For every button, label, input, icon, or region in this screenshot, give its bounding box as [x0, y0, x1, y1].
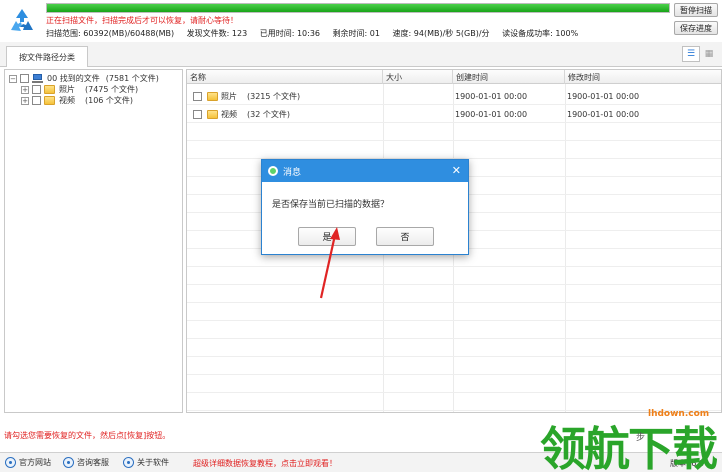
tree-item-label: 照片: [59, 85, 75, 94]
home-icon: [5, 457, 16, 468]
folder-icon: [44, 96, 55, 105]
expand-icon[interactable]: +: [21, 96, 29, 105]
pause-scan-button[interactable]: 暂停扫描: [674, 3, 718, 17]
site-watermark: 领航下载 lhdown.com 步: [540, 409, 722, 472]
row-gridline: [187, 302, 721, 303]
row-checkbox[interactable]: [193, 91, 202, 101]
tree-item-label: 视频: [59, 96, 75, 105]
tree-item-count: (106 个文件): [85, 96, 134, 105]
view-toggle: ☰ ▦: [682, 46, 718, 62]
official-site-label: 官方网站: [19, 458, 51, 467]
row-name: 照片: [221, 91, 237, 101]
dialog-titlebar: 消息 ✕: [262, 160, 468, 182]
recycle-logo-icon: [11, 9, 33, 31]
row-gridline: [187, 320, 721, 321]
tree-item-photos[interactable]: + 照片 (7475 个文件): [21, 84, 138, 95]
header: 正在扫描文件，扫描完成后才可以恢复，请耐心等待！ 扫描范围: 60392(MB)…: [0, 0, 722, 40]
list-view-icon[interactable]: ☰: [682, 46, 700, 62]
row-gridline: [187, 338, 721, 339]
stat-scan-range: 扫描范围: 60392(MB)/60488(MB): [46, 29, 175, 38]
folder-tree: − 00 找到的文件 (7581 个文件) + 照片 (7475 个文件) + …: [4, 69, 183, 413]
app-icon: [268, 166, 278, 176]
tree-item-count: (7475 个文件): [85, 85, 139, 94]
tree-item-checkbox[interactable]: [32, 96, 41, 105]
support-label: 咨询客服: [77, 458, 109, 467]
about-link[interactable]: 关于软件: [123, 457, 169, 468]
row-modified: 1900-01-01 00:00: [567, 109, 640, 119]
row-gridline: [187, 392, 721, 393]
folder-icon: [207, 109, 218, 119]
row-created: 1900-01-01 00:00: [455, 109, 528, 119]
scan-progress-fill: [47, 4, 669, 12]
row-count: (32 个文件): [247, 109, 290, 119]
watermark-text: 领航下载: [540, 422, 718, 472]
row-modified: 1900-01-01 00:00: [567, 91, 640, 101]
tutorial-promo-link[interactable]: 超级详细数据恢复教程，点击立即观看！: [193, 458, 337, 469]
row-gridline: [187, 284, 721, 285]
folder-icon: [44, 85, 55, 94]
stat-speed: 速度: 94(MB)/秒 5(GB)/分: [392, 29, 490, 38]
tree-item-checkbox[interactable]: [32, 85, 41, 94]
watermark-url: lhdown.com: [648, 409, 710, 419]
tab-by-file-path[interactable]: 按文件路径分类: [6, 46, 88, 67]
scan-stats: 扫描范围: 60392(MB)/60488(MB) 发现文件数: 123 已用时…: [46, 28, 588, 39]
row-gridline: [187, 266, 721, 267]
chat-icon: [63, 457, 74, 468]
tree-root-count: (7581 个文件): [105, 74, 159, 83]
no-button[interactable]: 否: [376, 227, 434, 246]
row-name: 视频: [221, 109, 237, 119]
tree-root[interactable]: − 00 找到的文件 (7581 个文件): [9, 73, 159, 84]
row-created: 1900-01-01 00:00: [455, 91, 528, 101]
row-checkbox[interactable]: [193, 109, 202, 119]
folder-icon: [207, 91, 218, 101]
expand-icon[interactable]: +: [21, 85, 29, 94]
file-list-header: 名称 大小 创建时间 修改时间: [187, 70, 721, 84]
computer-icon: [32, 74, 43, 83]
row-gridline: [187, 140, 721, 141]
scan-progress-bar: [46, 3, 670, 13]
column-modified[interactable]: 修改时间: [565, 70, 721, 84]
row-count: (3215 个文件): [247, 91, 301, 101]
tree-root-checkbox[interactable]: [20, 74, 29, 83]
stat-read-success: 读设备成功率: 100%: [502, 29, 579, 38]
column-size[interactable]: 大小: [383, 70, 453, 84]
official-site-link[interactable]: 官方网站: [5, 457, 51, 468]
table-row[interactable]: 视频 (32 个文件) 1900-01-01 00:00 1900-01-01 …: [187, 106, 721, 122]
row-gridline: [187, 104, 721, 105]
stat-time-left: 剩余时间: 01: [332, 29, 380, 38]
tab-bar: 按文件路径分类 ☰ ▦: [0, 42, 722, 67]
row-gridline: [187, 374, 721, 375]
save-progress-button[interactable]: 保存进度: [674, 21, 718, 35]
save-confirm-dialog: 消息 ✕ 是否保存当前已扫描的数据？ 是 否: [261, 159, 469, 255]
close-icon[interactable]: ✕: [452, 164, 461, 177]
red-arrow-annotation: [319, 227, 340, 299]
support-link[interactable]: 咨询客服: [63, 457, 109, 468]
dialog-message: 是否保存当前已扫描的数据？: [272, 200, 390, 210]
column-created[interactable]: 创建时间: [453, 70, 565, 84]
watermark-fragment: 步: [636, 433, 646, 443]
about-label: 关于软件: [137, 458, 169, 467]
tree-root-label: 00 找到的文件: [47, 74, 100, 83]
row-gridline: [187, 122, 721, 123]
scan-status-text: 正在扫描文件，扫描完成后才可以恢复，请耐心等待！: [46, 16, 238, 25]
grid-view-icon[interactable]: ▦: [700, 46, 718, 62]
collapse-icon[interactable]: −: [9, 74, 17, 83]
stat-time-used: 已用时间: 10:36: [259, 29, 321, 38]
column-name[interactable]: 名称: [187, 70, 383, 84]
row-gridline: [187, 356, 721, 357]
tree-item-videos[interactable]: + 视频 (106 个文件): [21, 95, 133, 106]
hint-text: 请勾选您需要恢复的文件，然后点[恢复]按钮。: [4, 431, 171, 440]
dialog-title: 消息: [283, 167, 302, 178]
info-icon: [123, 457, 134, 468]
table-row[interactable]: 照片 (3215 个文件) 1900-01-01 00:00 1900-01-0…: [187, 88, 721, 104]
stat-files-found: 发现文件数: 123: [186, 29, 248, 38]
